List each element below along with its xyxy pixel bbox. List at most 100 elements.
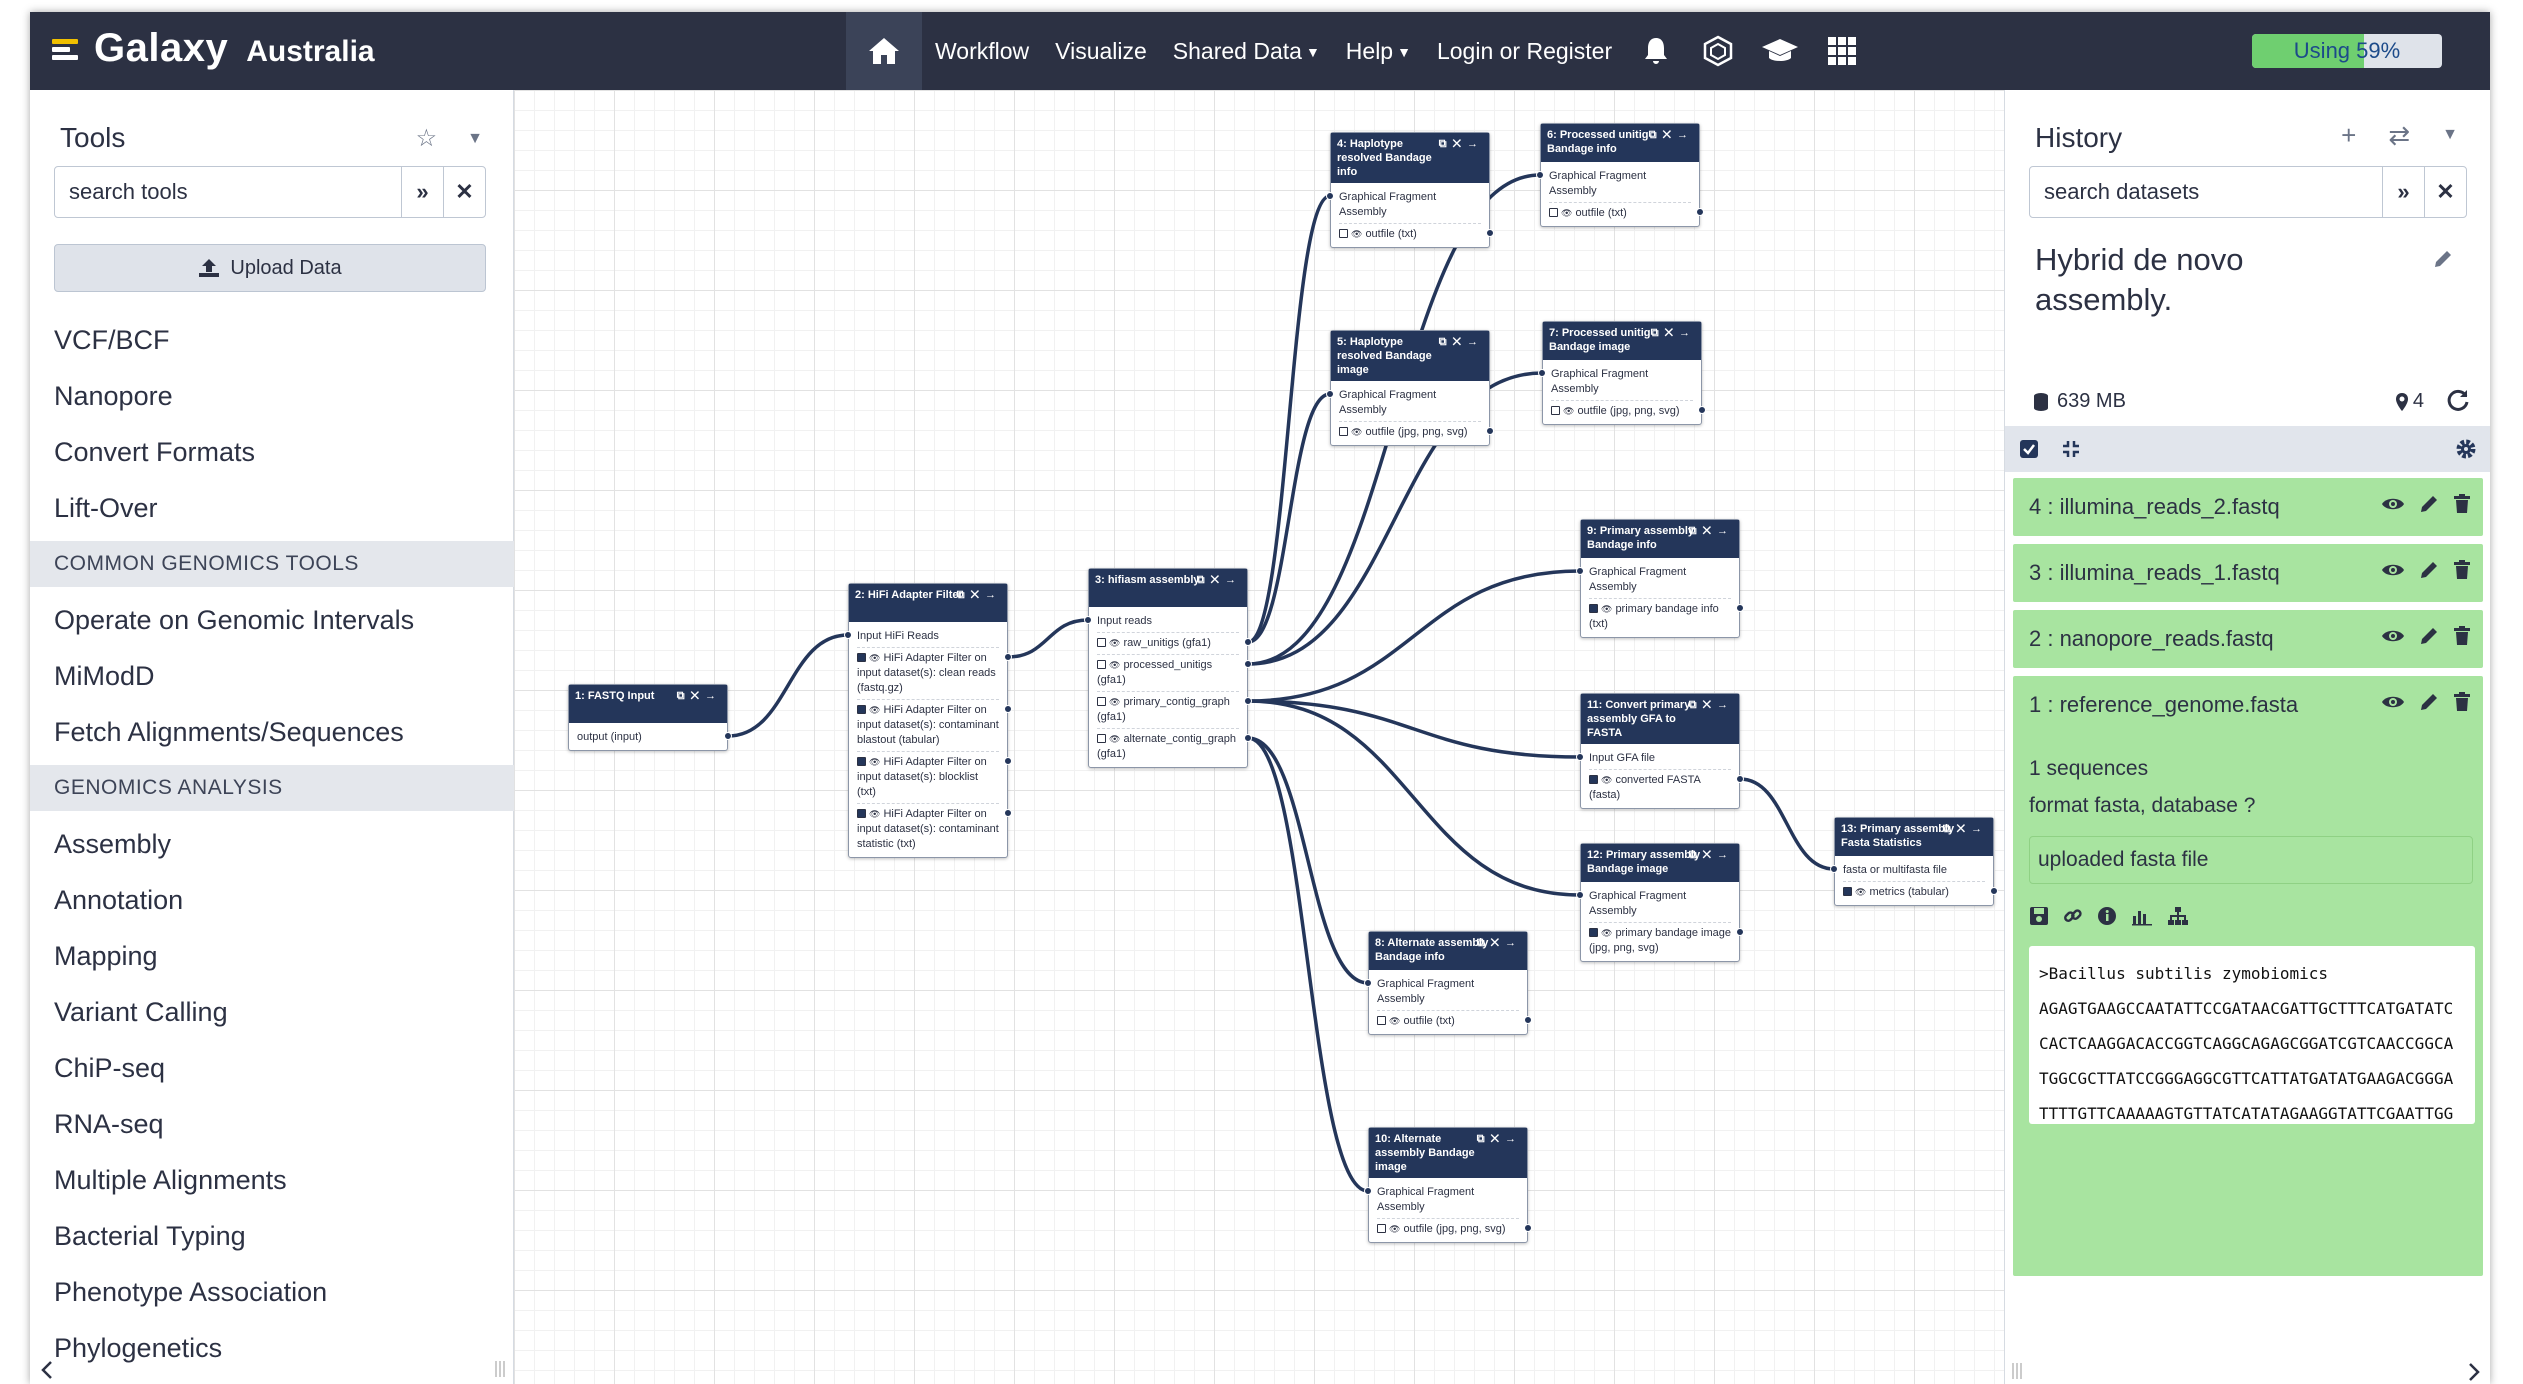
tool-category[interactable]: Variant Calling [30, 984, 514, 1040]
arrow-right-icon[interactable]: → [1717, 849, 1734, 861]
advanced-search-toggle-icon[interactable]: » [2382, 167, 2424, 217]
output-checkbox[interactable] [1339, 427, 1348, 436]
arrow-right-icon[interactable]: → [1717, 699, 1734, 711]
workflow-node[interactable]: 12: Primary assembly Bandage image ⧉✕→ Gra… [1576, 843, 1744, 962]
tool-category[interactable]: Nanopore [30, 368, 514, 424]
node-controls[interactable]: ⧉✕→ [1439, 335, 1484, 349]
output-port[interactable] [1698, 406, 1706, 414]
arrow-right-icon[interactable]: → [1971, 823, 1988, 835]
input-port[interactable] [1084, 616, 1092, 624]
tool-category[interactable]: MiModD [30, 648, 514, 704]
upload-data-button[interactable]: Upload Data [54, 244, 486, 292]
copy-icon[interactable]: ⧉ [1943, 823, 1957, 835]
workflow-node-header[interactable]: 2: HiFi Adapter Filter ⧉✕→ [849, 584, 1007, 622]
pencil-icon[interactable] [2419, 626, 2439, 646]
create-history-icon[interactable]: + [2341, 120, 2356, 151]
collapse-left-icon[interactable] [40, 1360, 54, 1380]
history-dataset-item[interactable]: 4 : illumina_reads_2.fastq [2013, 478, 2483, 536]
eye-icon[interactable]: 👁 [869, 653, 880, 663]
close-icon[interactable]: ✕ [1211, 574, 1225, 586]
eye-icon[interactable]: 👁 [869, 809, 880, 819]
eye-icon[interactable]: 👁 [1855, 887, 1866, 897]
input-port[interactable] [844, 631, 852, 639]
trash-icon[interactable] [2453, 494, 2471, 514]
nav-login-register[interactable]: Login or Register [1424, 38, 1625, 65]
link-icon[interactable] [2063, 906, 2083, 926]
output-checkbox[interactable] [857, 705, 866, 714]
close-icon[interactable]: ✕ [691, 690, 705, 702]
quota-meter[interactable]: Using 59% [2252, 34, 2442, 68]
nav-visualize[interactable]: Visualize [1042, 38, 1160, 65]
input-port[interactable] [1576, 753, 1584, 761]
workflow-node-header[interactable]: 9: Primary assembly Bandage info ⧉✕→ [1581, 520, 1739, 558]
workflow-node[interactable]: 2: HiFi Adapter Filter ⧉✕→ Input HiFi Read… [844, 583, 1012, 858]
clear-search-icon[interactable]: ✕ [2424, 167, 2466, 217]
history-search-input[interactable] [2030, 167, 2382, 217]
arrow-right-icon[interactable]: → [705, 690, 722, 702]
eye-icon[interactable] [2381, 494, 2405, 514]
output-port[interactable] [1244, 734, 1252, 742]
close-icon[interactable]: ✕ [1703, 525, 1717, 537]
node-controls[interactable]: ⧉✕→ [1477, 936, 1522, 950]
arrow-right-icon[interactable]: → [1679, 327, 1696, 339]
arrow-right-icon[interactable]: → [985, 589, 1002, 601]
dataset-title[interactable]: 3 : illumina_reads_1.fastq [2029, 560, 2280, 586]
resize-handle-icon[interactable] [494, 1360, 506, 1378]
output-port[interactable] [1244, 660, 1252, 668]
trash-icon[interactable] [2453, 626, 2471, 646]
history-dataset-item[interactable]: 2 : nanopore_reads.fastq [2013, 610, 2483, 668]
input-port[interactable] [1364, 1187, 1372, 1195]
eye-icon[interactable]: 👁 [1601, 604, 1612, 614]
eye-icon[interactable]: 👁 [1109, 697, 1120, 707]
select-items-icon[interactable] [2019, 439, 2039, 459]
input-port[interactable] [1538, 369, 1546, 377]
close-icon[interactable]: ✕ [1453, 138, 1467, 150]
eye-icon[interactable]: 👁 [1109, 660, 1120, 670]
output-checkbox[interactable] [1549, 208, 1558, 217]
output-checkbox[interactable] [1843, 887, 1852, 896]
copy-icon[interactable]: ⧉ [1197, 574, 1211, 586]
workflow-node-header[interactable]: 12: Primary assembly Bandage image ⧉✕→ [1581, 844, 1739, 882]
output-port[interactable] [1004, 705, 1012, 713]
output-port[interactable] [1736, 604, 1744, 612]
arrow-right-icon[interactable]: → [1225, 574, 1242, 586]
close-icon[interactable]: ✕ [971, 589, 985, 601]
node-controls[interactable]: ⧉✕→ [957, 588, 1002, 602]
workflow-connection[interactable] [1247, 194, 1331, 644]
output-checkbox[interactable] [857, 809, 866, 818]
pencil-icon[interactable] [2419, 692, 2439, 712]
output-checkbox[interactable] [1097, 734, 1106, 743]
history-dataset-item[interactable]: 3 : illumina_reads_1.fastq [2013, 544, 2483, 602]
tool-category[interactable]: ChiP-seq [30, 1040, 514, 1096]
workflow-node-header[interactable]: 11: Convert primary assembly GFA to FAST… [1581, 694, 1739, 744]
pencil-icon[interactable] [2419, 494, 2439, 514]
nav-workflow[interactable]: Workflow [922, 38, 1042, 65]
home-button[interactable] [846, 12, 922, 90]
pencil-icon[interactable] [2419, 560, 2439, 580]
tool-category[interactable]: VCF/BCF [30, 312, 514, 368]
arrow-right-icon[interactable]: → [1505, 1133, 1522, 1145]
tool-category[interactable]: Multiple Alignments [30, 1152, 514, 1208]
refresh-icon[interactable] [2446, 388, 2470, 412]
output-port[interactable] [1004, 809, 1012, 817]
copy-icon[interactable]: ⧉ [1649, 129, 1663, 141]
nav-help[interactable]: Help ▼ [1333, 38, 1424, 65]
workflow-connection[interactable] [1247, 569, 1581, 703]
dataset-title[interactable]: 2 : nanopore_reads.fastq [2029, 626, 2274, 652]
dataset-title[interactable]: 1 : reference_genome.fasta [2029, 692, 2298, 718]
workflow-node-header[interactable]: 5: Haplotype resolved Bandage image ⧉✕→ [1331, 331, 1489, 381]
output-port[interactable] [724, 732, 732, 740]
workflow-node[interactable]: 10: Alternate assembly Bandage image ⧉✕→ G… [1364, 1127, 1532, 1243]
output-checkbox[interactable] [1377, 1016, 1386, 1025]
eye-icon[interactable] [2381, 692, 2405, 712]
node-controls[interactable]: ⧉✕→ [1439, 137, 1484, 151]
output-checkbox[interactable] [1097, 697, 1106, 706]
history-dataset-count[interactable]: 4 [2395, 390, 2424, 413]
workflow-node[interactable]: 11: Convert primary assembly GFA to FAST… [1576, 693, 1744, 809]
workflow-connection[interactable] [1247, 736, 1369, 985]
history-options-dropdown-icon[interactable]: ▼ [2442, 126, 2458, 151]
output-checkbox[interactable] [1097, 638, 1106, 647]
workflow-node[interactable]: 13: Primary assembly Fasta Statistics ⧉✕→… [1830, 817, 1998, 906]
close-icon[interactable]: ✕ [1665, 327, 1679, 339]
output-checkbox[interactable] [857, 653, 866, 662]
